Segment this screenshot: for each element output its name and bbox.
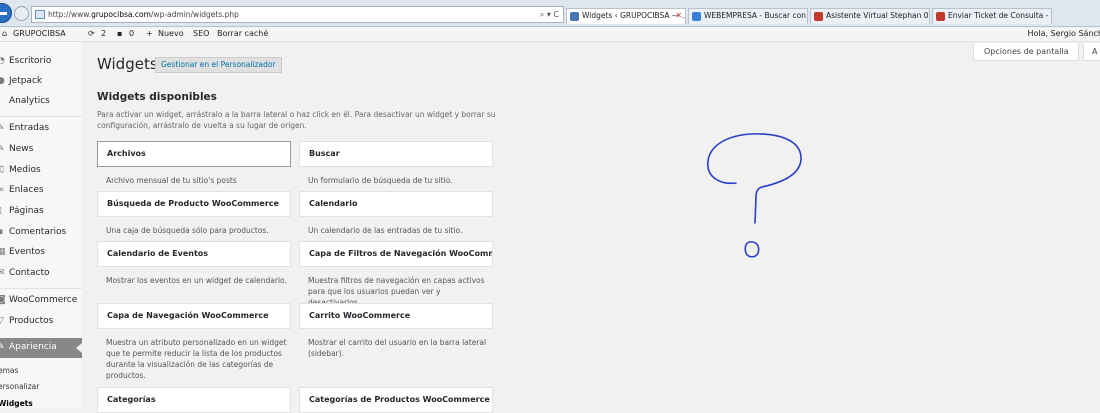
widget-description: Archivo mensual de tu sitio's posts [106, 176, 237, 185]
question-mark-dot [744, 241, 760, 258]
updates-icon[interactable]: ⟳ [88, 29, 95, 38]
widget-capa-filtros[interactable]: Capa de Filtros de Navegación WooCommer.… [299, 241, 493, 267]
comments-count[interactable]: 0 [129, 29, 134, 38]
widget-calendario[interactable]: Calendario [299, 191, 493, 217]
sidebar-item-jetpack[interactable]: ● Jetpack [0, 72, 82, 92]
page-favicon-icon [35, 10, 45, 19]
tab-webempresa[interactable]: WEBEMPRESA - Buscar con Go... [688, 8, 808, 24]
widget-description: Un formulario de búsqueda de tu sitio. [308, 176, 453, 185]
available-widgets-description: Para activar un widget, arrástralo a la … [97, 110, 496, 130]
screen-options-button[interactable]: Opciones de pantalla [973, 43, 1079, 61]
contact-icon: ✉ [0, 268, 5, 278]
admin-sidebar: ◔ Escritorio ● Jetpack Analytics ✎ Entradas… [0, 42, 82, 408]
sidebar-item-comentarios[interactable]: ▪ Comentarios [0, 223, 82, 243]
tab-widgets[interactable]: Widgets ‹ GRUPOCIBSA — ... ✕ [566, 8, 686, 24]
widget-description: Mostrar el carrito del usuario en la bar… [308, 338, 487, 358]
sidebar-item-escritorio[interactable]: ◔ Escritorio [0, 52, 82, 72]
sidebar-separator [0, 288, 82, 289]
question-mark-drawing [707, 133, 802, 258]
back-button[interactable] [0, 3, 12, 23]
widget-busqueda-producto[interactable]: Búsqueda de Producto WooCommerce [97, 191, 291, 217]
sidebar-item-contacto[interactable]: ✉ Contacto [0, 264, 82, 284]
address-url: http://www.grupocibsa.com/wp-admin/widge… [48, 10, 239, 19]
plus-icon[interactable]: + [146, 29, 153, 38]
widget-categorias-productos[interactable]: Categorías de Productos WooCommerce [299, 387, 493, 413]
page-icon: ▯ [0, 206, 6, 217]
widget-description: Un calendario de las entradas de tu siti… [308, 226, 463, 235]
jetpack-icon: ● [0, 76, 5, 86]
sidebar-item-apariencia[interactable]: ✎ Apariencia [0, 338, 82, 358]
dashboard-icon: ◔ [0, 56, 5, 66]
submenu-temas[interactable]: emas [0, 366, 18, 375]
home-icon[interactable]: ⌂ [2, 29, 7, 38]
widget-categorias[interactable]: Categorías [97, 387, 291, 413]
news-icon: ✎ [0, 144, 5, 154]
sidebar-item-productos[interactable]: ▽ Productos [0, 312, 82, 332]
submenu-widgets[interactable]: Widgets [0, 399, 33, 408]
products-icon: ▽ [0, 316, 4, 326]
address-bar[interactable]: http://www.grupocibsa.com/wp-admin/widge… [31, 6, 564, 23]
browser-toolbar: http://www.grupocibsa.com/wp-admin/widge… [0, 0, 1100, 27]
updates-count[interactable]: 2 [101, 29, 106, 38]
address-controls[interactable]: ⌕ ▾ C [540, 7, 559, 22]
forward-button[interactable] [14, 6, 29, 21]
tab-ticket[interactable]: Enviar Ticket de Consulta - we... [932, 8, 1052, 24]
woocommerce-icon: ◙ [0, 295, 6, 305]
user-greeting[interactable]: Hola, Sergio Sánch [1027, 29, 1100, 38]
page-title: Widgets [97, 55, 158, 73]
submenu-personalizar[interactable]: ersonalizar [0, 382, 39, 391]
sidebar-separator [0, 116, 82, 117]
sidebar-item-paginas[interactable]: ▯Páginas [0, 202, 82, 222]
widget-buscar[interactable]: Buscar [299, 141, 493, 167]
events-icon: ▦ [0, 247, 6, 257]
site-name-link[interactable]: GRUPOCIBSA [13, 29, 66, 38]
sidebar-item-enlaces[interactable]: ∞ Enlaces [0, 181, 82, 201]
link-icon: ∞ [0, 185, 5, 195]
new-link[interactable]: Nuevo [158, 29, 184, 38]
google-icon [692, 12, 701, 21]
help-button[interactable]: A [1083, 43, 1100, 61]
manage-in-customizer-button[interactable]: Gestionar en el Personalizador [155, 57, 282, 73]
appearance-icon: ✎ [0, 342, 5, 352]
widget-description: Mostrar los eventos en un widget de cale… [106, 276, 287, 285]
sidebar-item-entradas[interactable]: ✎ Entradas [0, 119, 82, 139]
webempresa-icon [814, 12, 823, 21]
pin-icon: ✎ [0, 123, 5, 133]
tab-favicon-icon [570, 12, 579, 21]
seo-link[interactable]: SEO [193, 29, 209, 38]
clear-cache-link[interactable]: Borrar caché [217, 29, 268, 38]
widget-capa-navegacion[interactable]: Capa de Navegación WooCommerce [97, 303, 291, 329]
sidebar-item-news[interactable]: ✎ News [0, 140, 82, 160]
sidebar-item-medios[interactable]: ♫ Medios [0, 161, 82, 181]
media-icon: ♫ [0, 165, 6, 175]
widget-calendario-eventos[interactable]: Calendario de Eventos [97, 241, 291, 267]
widget-description: Una caja de búsqueda sólo para productos… [106, 226, 269, 235]
sidebar-item-eventos[interactable]: ▦ Eventos [0, 243, 82, 263]
widget-carrito[interactable]: Carrito WooCommerce [299, 303, 493, 329]
widget-archivos[interactable]: Archivos [97, 141, 291, 167]
available-widgets-heading: Widgets disponibles [97, 91, 217, 103]
tab-asistente[interactable]: Asistente Virtual Stephan 0.4 - ... [810, 8, 930, 24]
sidebar-item-analytics[interactable]: Analytics [0, 92, 82, 112]
wp-admin-bar: ⌂ GRUPOCIBSA ⟳ 2 ▪ 0 + Nuevo SEO Borrar … [0, 28, 1100, 42]
widget-description: Muestra un atributo personalizado en un … [106, 338, 287, 380]
close-tab-icon[interactable]: ✕ [675, 9, 682, 23]
comment-icon: ▪ [0, 227, 4, 237]
sidebar-item-woocommerce[interactable]: ◙ WooCommerce [0, 291, 82, 311]
webempresa-icon [936, 12, 945, 21]
comment-bubble-icon[interactable]: ▪ [117, 29, 122, 38]
question-mark-stroke [707, 133, 802, 224]
